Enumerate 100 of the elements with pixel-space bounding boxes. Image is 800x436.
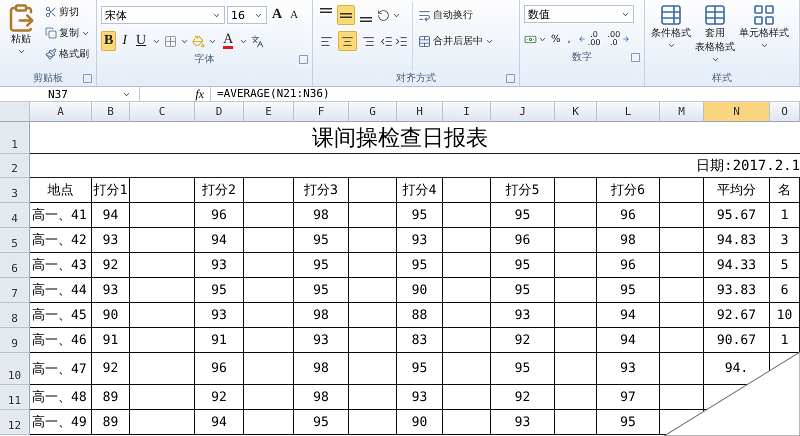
- empty-cell: [244, 178, 294, 203]
- empty-cell: [443, 253, 491, 278]
- table-cell: 95: [491, 278, 555, 303]
- table-cell: 97: [597, 385, 660, 410]
- table-cell: 93: [397, 385, 443, 410]
- style-button[interactable]: 单元格样式: [737, 2, 791, 70]
- row-header[interactable]: 10: [0, 353, 30, 385]
- clipboard-tool-button[interactable]: 格式刷: [42, 44, 93, 64]
- font-color-button[interactable]: A: [220, 31, 236, 51]
- font-size-field[interactable]: 16: [227, 6, 267, 24]
- table-cell: 95: [597, 410, 660, 435]
- column-header[interactable]: I: [443, 102, 491, 122]
- table-cell: 92: [92, 253, 130, 278]
- empty-cell: [555, 278, 597, 303]
- column-header[interactable]: C: [130, 102, 195, 122]
- row-header[interactable]: 8: [0, 303, 30, 328]
- table-cell: 94.83: [704, 228, 770, 253]
- comma-style-button[interactable]: ,: [564, 29, 574, 49]
- font-style-button[interactable]: I: [119, 31, 130, 51]
- table-cell: 92: [92, 353, 130, 385]
- empty-cell: [244, 228, 294, 253]
- caret-icon: [666, 41, 676, 50]
- empty-cell: [349, 253, 397, 278]
- column-header[interactable]: F: [294, 102, 349, 122]
- wrap-text-button[interactable]: 自动换行: [415, 5, 497, 25]
- column-header[interactable]: L: [597, 102, 660, 122]
- row-header[interactable]: 12: [0, 410, 30, 435]
- merge-center-button[interactable]: 合并后居中: [415, 31, 497, 51]
- paste-button[interactable]: 粘贴: [4, 2, 38, 70]
- clipboard-tool-button[interactable]: 剪切: [42, 2, 93, 22]
- shrink-font-button[interactable]: A: [287, 5, 302, 25]
- table-cell: 96: [597, 203, 660, 228]
- table-cell: 88: [397, 303, 443, 328]
- insert-function-button[interactable]: fx: [140, 86, 210, 102]
- decrease-decimal-button[interactable]: .00 .0: [604, 29, 634, 49]
- empty-cell: [130, 203, 195, 228]
- empty-cell: [244, 303, 294, 328]
- table-cell: 93: [195, 253, 244, 278]
- clipboard-tool-button[interactable]: 复制: [42, 23, 93, 43]
- column-header[interactable]: J: [491, 102, 555, 122]
- empty-cell: [443, 278, 491, 303]
- name-box[interactable]: N37: [0, 87, 140, 101]
- table-cell: 高一、49: [30, 410, 92, 435]
- column-header[interactable]: D: [195, 102, 244, 122]
- empty-cell: [349, 385, 397, 410]
- table-cell: 95: [491, 203, 555, 228]
- row-header[interactable]: 2: [0, 154, 30, 178]
- vertical-align-icon: [320, 8, 332, 13]
- wrap-text-icon: [418, 8, 431, 22]
- table-cell: 91: [195, 328, 244, 353]
- font-style-button[interactable]: B: [101, 31, 116, 51]
- table-cell: 91: [92, 328, 130, 353]
- arrow-right-icon: [622, 35, 630, 43]
- font-style-button[interactable]: U: [133, 31, 150, 51]
- row-header[interactable]: 7: [0, 278, 30, 303]
- column-header[interactable]: K: [555, 102, 597, 122]
- vertical-align-icon: [340, 12, 352, 18]
- style-button[interactable]: 条件格式: [649, 2, 693, 70]
- row-header[interactable]: 9: [0, 328, 30, 353]
- style-button[interactable]: 套用 表格格式: [693, 2, 737, 70]
- formula-field[interactable]: =AVERAGE(N21:N36): [210, 87, 800, 101]
- table-cell: 95: [294, 228, 349, 253]
- grow-font-button[interactable]: A: [269, 5, 286, 25]
- table-cell: 93: [597, 353, 660, 385]
- row-header[interactable]: 5: [0, 228, 30, 253]
- border-icon: [164, 34, 178, 48]
- column-header[interactable]: M: [660, 102, 704, 122]
- font-name-field[interactable]: 宋体: [101, 6, 225, 24]
- align-left-icon: [320, 34, 333, 48]
- group-label: 字体: [194, 52, 214, 66]
- percent-button[interactable]: %: [548, 29, 564, 49]
- column-header[interactable]: B: [92, 102, 130, 122]
- number-format-field[interactable]: 数值: [524, 5, 634, 23]
- indent-decrease-icon: [380, 34, 393, 48]
- column-header[interactable]: A: [30, 102, 92, 122]
- increase-decimal-button[interactable]: .0 .00: [574, 29, 604, 49]
- row-header[interactable]: 1: [0, 122, 30, 154]
- table-cell: 93: [92, 228, 130, 253]
- column-header[interactable]: G: [349, 102, 397, 122]
- column-header[interactable]: O: [770, 102, 800, 122]
- empty-cell: [244, 203, 294, 228]
- empty-cell: [244, 328, 294, 353]
- empty-cell: [555, 253, 597, 278]
- fill-color-icon: [192, 34, 206, 48]
- column-heading: 名: [770, 178, 800, 203]
- table-cell: 94: [597, 328, 660, 353]
- table-cell: 高一、43: [30, 253, 92, 278]
- table-format-icon: [703, 3, 727, 27]
- row-header[interactable]: 4: [0, 203, 30, 228]
- table-cell: 10: [770, 303, 800, 328]
- column-header[interactable]: E: [244, 102, 294, 122]
- vertical-align-button[interactable]: [337, 5, 355, 25]
- row-header[interactable]: 3: [0, 178, 30, 203]
- horizontal-align-button[interactable]: [338, 31, 357, 51]
- column-header[interactable]: H: [397, 102, 443, 122]
- row-header[interactable]: 6: [0, 253, 30, 278]
- empty-cell: [130, 385, 195, 410]
- table-cell: 92: [195, 385, 244, 410]
- row-header[interactable]: 11: [0, 385, 30, 410]
- column-header[interactable]: N: [704, 102, 770, 122]
